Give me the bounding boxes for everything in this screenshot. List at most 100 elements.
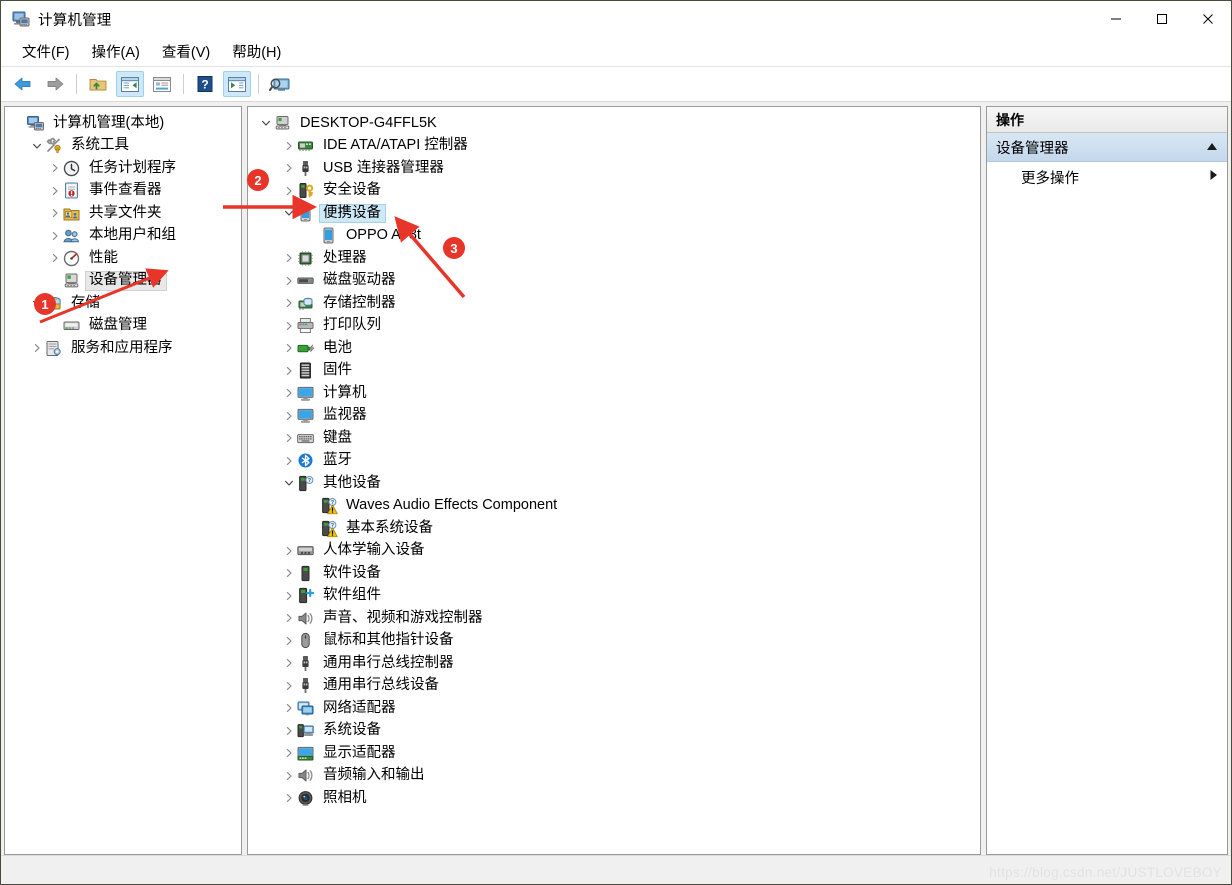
chevron-right-icon[interactable] [281, 700, 297, 716]
help-icon[interactable]: ? [191, 71, 219, 97]
tree-row[interactable]: 存储 [5, 292, 241, 315]
tree-row[interactable]: 软件设备 [248, 562, 980, 585]
chevron-right-icon[interactable] [281, 340, 297, 356]
chevron-right-icon[interactable] [47, 160, 63, 176]
submenu-caret-icon[interactable] [1209, 169, 1218, 185]
tree-row[interactable]: 人体学输入设备 [248, 540, 980, 563]
tree-row[interactable]: 打印队列 [248, 315, 980, 338]
chevron-right-icon[interactable] [281, 430, 297, 446]
show-action-pane-icon[interactable] [223, 71, 251, 97]
tree-row[interactable]: 软件组件 [248, 585, 980, 608]
computer-management-window: 计算机管理 文件(F) 操作(A) 查看(V) 帮助(H) ? 计算机管理(本地… [0, 0, 1232, 885]
chevron-right-icon[interactable] [47, 205, 63, 221]
collapse-caret-icon[interactable] [1206, 139, 1218, 155]
chevron-right-icon[interactable] [281, 250, 297, 266]
menu-action[interactable]: 操作(A) [81, 38, 151, 66]
menu-file[interactable]: 文件(F) [11, 38, 81, 66]
minimize-button[interactable] [1093, 1, 1139, 37]
up-folder-icon[interactable] [84, 71, 112, 97]
tree-row[interactable]: 鼠标和其他指针设备 [248, 630, 980, 653]
properties-icon[interactable] [148, 71, 176, 97]
chevron-right-icon[interactable] [29, 340, 45, 356]
tree-row[interactable]: 设备管理器 [5, 270, 241, 293]
tree-row[interactable]: USB 连接器管理器 [248, 157, 980, 180]
chevron-down-icon[interactable] [281, 475, 297, 491]
show-hide-tree-icon[interactable] [116, 71, 144, 97]
chevron-right-icon[interactable] [281, 655, 297, 671]
chevron-right-icon[interactable] [281, 273, 297, 289]
chevron-right-icon[interactable] [281, 385, 297, 401]
tree-row[interactable]: 系统工具 [5, 135, 241, 158]
menu-help[interactable]: 帮助(H) [221, 38, 292, 66]
actions-group-device-manager[interactable]: 设备管理器 [987, 133, 1227, 162]
tree-row[interactable]: ? 其他设备 [248, 472, 980, 495]
chevron-right-icon[interactable] [281, 160, 297, 176]
tree-row[interactable]: 蓝牙 [248, 450, 980, 473]
chevron-right-icon[interactable] [281, 723, 297, 739]
tree-row[interactable]: OPPO A73t [248, 225, 980, 248]
scan-hardware-icon[interactable] [266, 71, 294, 97]
chevron-right-icon[interactable] [281, 543, 297, 559]
chevron-down-icon[interactable] [281, 205, 297, 221]
tree-row[interactable]: ? 基本系统设备 [248, 517, 980, 540]
tree-row[interactable]: 事件查看器 [5, 180, 241, 203]
chevron-right-icon[interactable] [281, 768, 297, 784]
chevron-right-icon[interactable] [281, 588, 297, 604]
back-arrow-icon[interactable] [9, 71, 37, 97]
chevron-down-icon[interactable] [258, 115, 274, 131]
tree-row[interactable]: 服务和应用程序 [5, 337, 241, 360]
tree-row[interactable]: 键盘 [248, 427, 980, 450]
storage-controller-icon [297, 295, 314, 312]
tree-row[interactable]: 固件 [248, 360, 980, 383]
tree-row[interactable]: 磁盘驱动器 [248, 270, 980, 293]
tree-row[interactable]: 网络适配器 [248, 697, 980, 720]
chevron-right-icon[interactable] [281, 318, 297, 334]
chevron-right-icon[interactable] [281, 633, 297, 649]
tree-row[interactable]: 磁盘管理 [5, 315, 241, 338]
menu-view[interactable]: 查看(V) [151, 38, 221, 66]
chevron-right-icon[interactable] [281, 610, 297, 626]
tree-row[interactable]: 计算机管理(本地) [5, 112, 241, 135]
tree-row[interactable]: ? Waves Audio Effects Component [248, 495, 980, 518]
forward-arrow-icon[interactable] [41, 71, 69, 97]
tree-row[interactable]: DESKTOP-G4FFL5K [248, 112, 980, 135]
tree-row[interactable]: 共享文件夹 [5, 202, 241, 225]
chevron-right-icon[interactable] [281, 745, 297, 761]
tree-row[interactable]: 便携设备 [248, 202, 980, 225]
chevron-down-icon[interactable] [29, 295, 45, 311]
maximize-button[interactable] [1139, 1, 1185, 37]
tree-row[interactable]: 系统设备 [248, 720, 980, 743]
chevron-right-icon[interactable] [281, 565, 297, 581]
chevron-right-icon[interactable] [281, 408, 297, 424]
tree-row[interactable]: 通用串行总线设备 [248, 675, 980, 698]
chevron-right-icon[interactable] [281, 363, 297, 379]
chevron-right-icon[interactable] [281, 453, 297, 469]
status-bar [1, 855, 1231, 884]
chevron-right-icon[interactable] [47, 250, 63, 266]
tree-row[interactable]: 通用串行总线控制器 [248, 652, 980, 675]
tree-row[interactable]: 照相机 [248, 787, 980, 810]
chevron-right-icon[interactable] [281, 790, 297, 806]
tree-row[interactable]: 存储控制器 [248, 292, 980, 315]
tree-row[interactable]: 安全设备 [248, 180, 980, 203]
tree-row[interactable]: 显示适配器 [248, 742, 980, 765]
chevron-right-icon[interactable] [281, 678, 297, 694]
tree-row[interactable]: 监视器 [248, 405, 980, 428]
tree-row[interactable]: 声音、视频和游戏控制器 [248, 607, 980, 630]
action-row-more-actions[interactable]: 更多操作 [987, 162, 1227, 192]
chevron-right-icon[interactable] [47, 228, 63, 244]
close-button[interactable] [1185, 1, 1231, 37]
tree-row[interactable]: 计算机 [248, 382, 980, 405]
tree-row[interactable]: 性能 [5, 247, 241, 270]
tree-row[interactable]: 电池 [248, 337, 980, 360]
chevron-right-icon[interactable] [281, 138, 297, 154]
chevron-right-icon[interactable] [281, 295, 297, 311]
tree-row[interactable]: 音频输入和输出 [248, 765, 980, 788]
chevron-right-icon[interactable] [281, 183, 297, 199]
chevron-right-icon[interactable] [47, 183, 63, 199]
tree-row[interactable]: 处理器 [248, 247, 980, 270]
tree-row[interactable]: 本地用户和组 [5, 225, 241, 248]
tree-row[interactable]: IDE ATA/ATAPI 控制器 [248, 135, 980, 158]
chevron-down-icon[interactable] [29, 138, 45, 154]
tree-row[interactable]: 任务计划程序 [5, 157, 241, 180]
